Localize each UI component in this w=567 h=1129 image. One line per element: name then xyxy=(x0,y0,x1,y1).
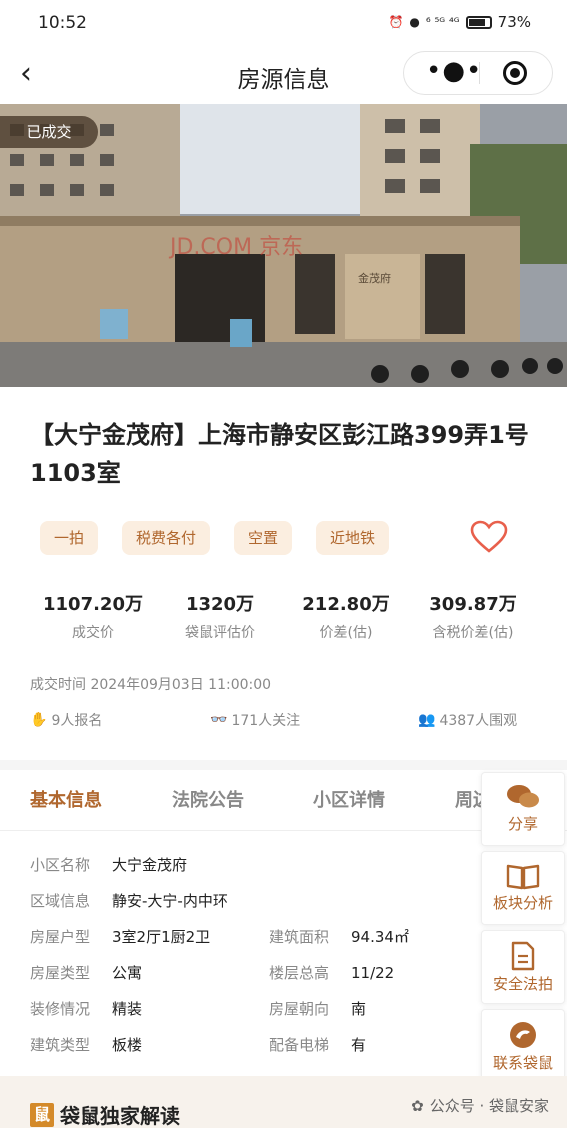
kangaroo-badge-icon: 鼠 xyxy=(30,1102,54,1127)
close-miniapp-button[interactable] xyxy=(503,61,527,85)
people-icon: 👥 xyxy=(418,712,436,728)
miniapp-capsule: •●• xyxy=(403,51,553,95)
info-elevator: 配备电梯 有 xyxy=(269,1034,366,1055)
exclusive-title-text: 袋鼠独家解读 xyxy=(60,1104,180,1128)
stat-value: 1107.20万 xyxy=(43,594,143,615)
hand-icon: ✋ xyxy=(30,712,48,728)
stat-value: 212.80万 xyxy=(302,594,390,615)
info-community: 小区名称 大宁金茂府 xyxy=(30,854,187,875)
signal-icon: ⁶ ⁵ᴳ ⁴ᴳ xyxy=(425,15,460,29)
info-value: 有 xyxy=(351,1036,367,1054)
info-key: 小区名称 xyxy=(30,856,91,874)
status-time: 10:52 xyxy=(38,13,87,33)
info-key: 房屋类型 xyxy=(30,964,91,982)
stat-deal-price: 1107.20万 成交价 xyxy=(28,590,158,642)
tag-tax: 税费各付 xyxy=(122,521,211,555)
sector-analysis-label: 板块分析 xyxy=(492,894,553,912)
info-key: 区域信息 xyxy=(30,892,91,910)
signup-count: ✋ 9人报名 xyxy=(30,710,102,730)
share-label: 分享 xyxy=(507,815,538,833)
sold-status-badge: 已成交 xyxy=(0,116,98,148)
info-value: 3室2厅1厨2卫 xyxy=(112,928,211,946)
info-value: 11/22 xyxy=(351,964,395,982)
safe-auction-button[interactable]: 安全法拍 xyxy=(481,930,565,1004)
info-decoration: 装修情况 精装 xyxy=(30,998,142,1019)
photo-watermark-text: JD.COM 京东 xyxy=(168,235,303,260)
sector-analysis-button[interactable]: 板块分析 xyxy=(481,851,565,925)
capsule-divider xyxy=(479,62,480,84)
stat-price-gap: 212.80万 价差(估) xyxy=(281,590,411,642)
section-divider xyxy=(0,760,567,770)
nav-bar: ‹ 房源信息 •●• xyxy=(0,46,567,104)
follow-count: 👓 171人关注 xyxy=(210,710,300,730)
contact-kangaroo-button[interactable]: 联系袋鼠 xyxy=(481,1009,565,1083)
watermark-text: 公众号 · 袋鼠安家 xyxy=(429,1097,549,1115)
kangaroo-logo-icon xyxy=(510,1022,536,1048)
battery-percent: 73% xyxy=(497,13,531,31)
info-value: 94.34㎡ xyxy=(351,928,409,946)
tag-auction-round: 一拍 xyxy=(40,521,99,555)
exclusive-title: 鼠 袋鼠独家解读 xyxy=(30,1100,180,1129)
info-value: 静安-大宁-内中环 xyxy=(112,892,228,910)
info-value: 板楼 xyxy=(112,1036,143,1054)
info-key: 建筑类型 xyxy=(30,1036,91,1054)
info-key: 房屋朝向 xyxy=(269,1000,330,1018)
feature-tags: 一拍 税费各付 空置 近地铁 xyxy=(40,521,413,555)
stat-value: 309.87万 xyxy=(429,594,517,615)
watch-count: 👥 4387人围观 xyxy=(418,710,517,730)
tag-subway: 近地铁 xyxy=(316,521,390,555)
signup-count-text: 9人报名 xyxy=(51,713,103,729)
document-icon xyxy=(511,941,535,971)
info-value: 大宁金茂府 xyxy=(112,856,188,874)
status-icons: ⏰ ● ⁶ ⁵ᴳ ⁴ᴳ 73% xyxy=(388,13,531,31)
stat-label: 价差(估) xyxy=(319,625,373,641)
info-orientation: 房屋朝向 南 xyxy=(269,998,366,1019)
gate-sign-text: 金茂府 xyxy=(358,271,391,285)
tab-court-notice[interactable]: 法院公告 xyxy=(172,786,244,812)
more-button[interactable]: •●• xyxy=(426,55,482,87)
stat-taxed-gap: 309.87万 含税价差(估) xyxy=(408,590,538,642)
glasses-icon: 👓 xyxy=(210,712,228,728)
safe-auction-label: 安全法拍 xyxy=(492,975,553,993)
location-icon: ● xyxy=(409,15,420,29)
info-key: 房屋户型 xyxy=(30,928,91,946)
battery-icon xyxy=(465,15,492,29)
share-button[interactable]: 分享 xyxy=(481,772,565,846)
info-key: 楼层总高 xyxy=(269,964,330,982)
alarm-icon: ⏰ xyxy=(388,15,404,29)
info-value: 公寓 xyxy=(112,964,143,982)
tab-community-detail[interactable]: 小区详情 xyxy=(313,786,385,812)
info-building-type: 建筑类型 板楼 xyxy=(30,1034,142,1055)
info-key: 配备电梯 xyxy=(269,1036,330,1054)
favorite-heart-icon[interactable] xyxy=(470,520,508,558)
info-key: 装修情况 xyxy=(30,1000,91,1018)
wechat-icon: ✿ xyxy=(411,1096,424,1115)
info-area: 建筑面积 94.34㎡ xyxy=(269,926,409,947)
property-title: 【大宁金茂府】上海市静安区彭江路399弄1号1103室 xyxy=(30,421,529,487)
info-region: 区域信息 静安-大宁-内中环 xyxy=(30,890,228,911)
tag-vacant: 空置 xyxy=(234,521,293,555)
info-value: 南 xyxy=(351,1000,367,1018)
info-house-type: 房屋类型 公寓 xyxy=(30,962,142,983)
info-floor: 楼层总高 11/22 xyxy=(269,962,394,983)
stat-assessed-price: 1320万 袋鼠评估价 xyxy=(155,590,285,642)
deal-time: 成交时间 2024年09月03日 11:00:00 xyxy=(30,677,272,693)
info-value: 精装 xyxy=(112,1000,143,1018)
stat-label: 成交价 xyxy=(72,625,114,641)
info-layout: 房屋户型 3室2厅1厨2卫 xyxy=(30,926,210,947)
wechat-watermark: ✿ 公众号 · 袋鼠安家 xyxy=(411,1095,549,1116)
chat-bubbles-icon xyxy=(507,785,539,808)
follow-count-text: 171人关注 xyxy=(231,713,301,729)
tab-basic-info[interactable]: 基本信息 xyxy=(30,786,102,812)
contact-kangaroo-label: 联系袋鼠 xyxy=(492,1054,553,1072)
stat-value: 1320万 xyxy=(185,594,255,615)
info-key: 建筑面积 xyxy=(269,928,330,946)
stat-label: 袋鼠评估价 xyxy=(185,625,255,641)
watch-count-text: 4387人围观 xyxy=(439,713,518,729)
book-icon xyxy=(506,864,540,890)
activity-counts: ✋ 9人报名 👓 171人关注 👥 4387人围观 xyxy=(30,710,540,730)
status-bar: 10:52 ⏰ ● ⁶ ⁵ᴳ ⁴ᴳ 73% xyxy=(0,0,567,46)
stat-label: 含税价差(估) xyxy=(432,625,514,641)
